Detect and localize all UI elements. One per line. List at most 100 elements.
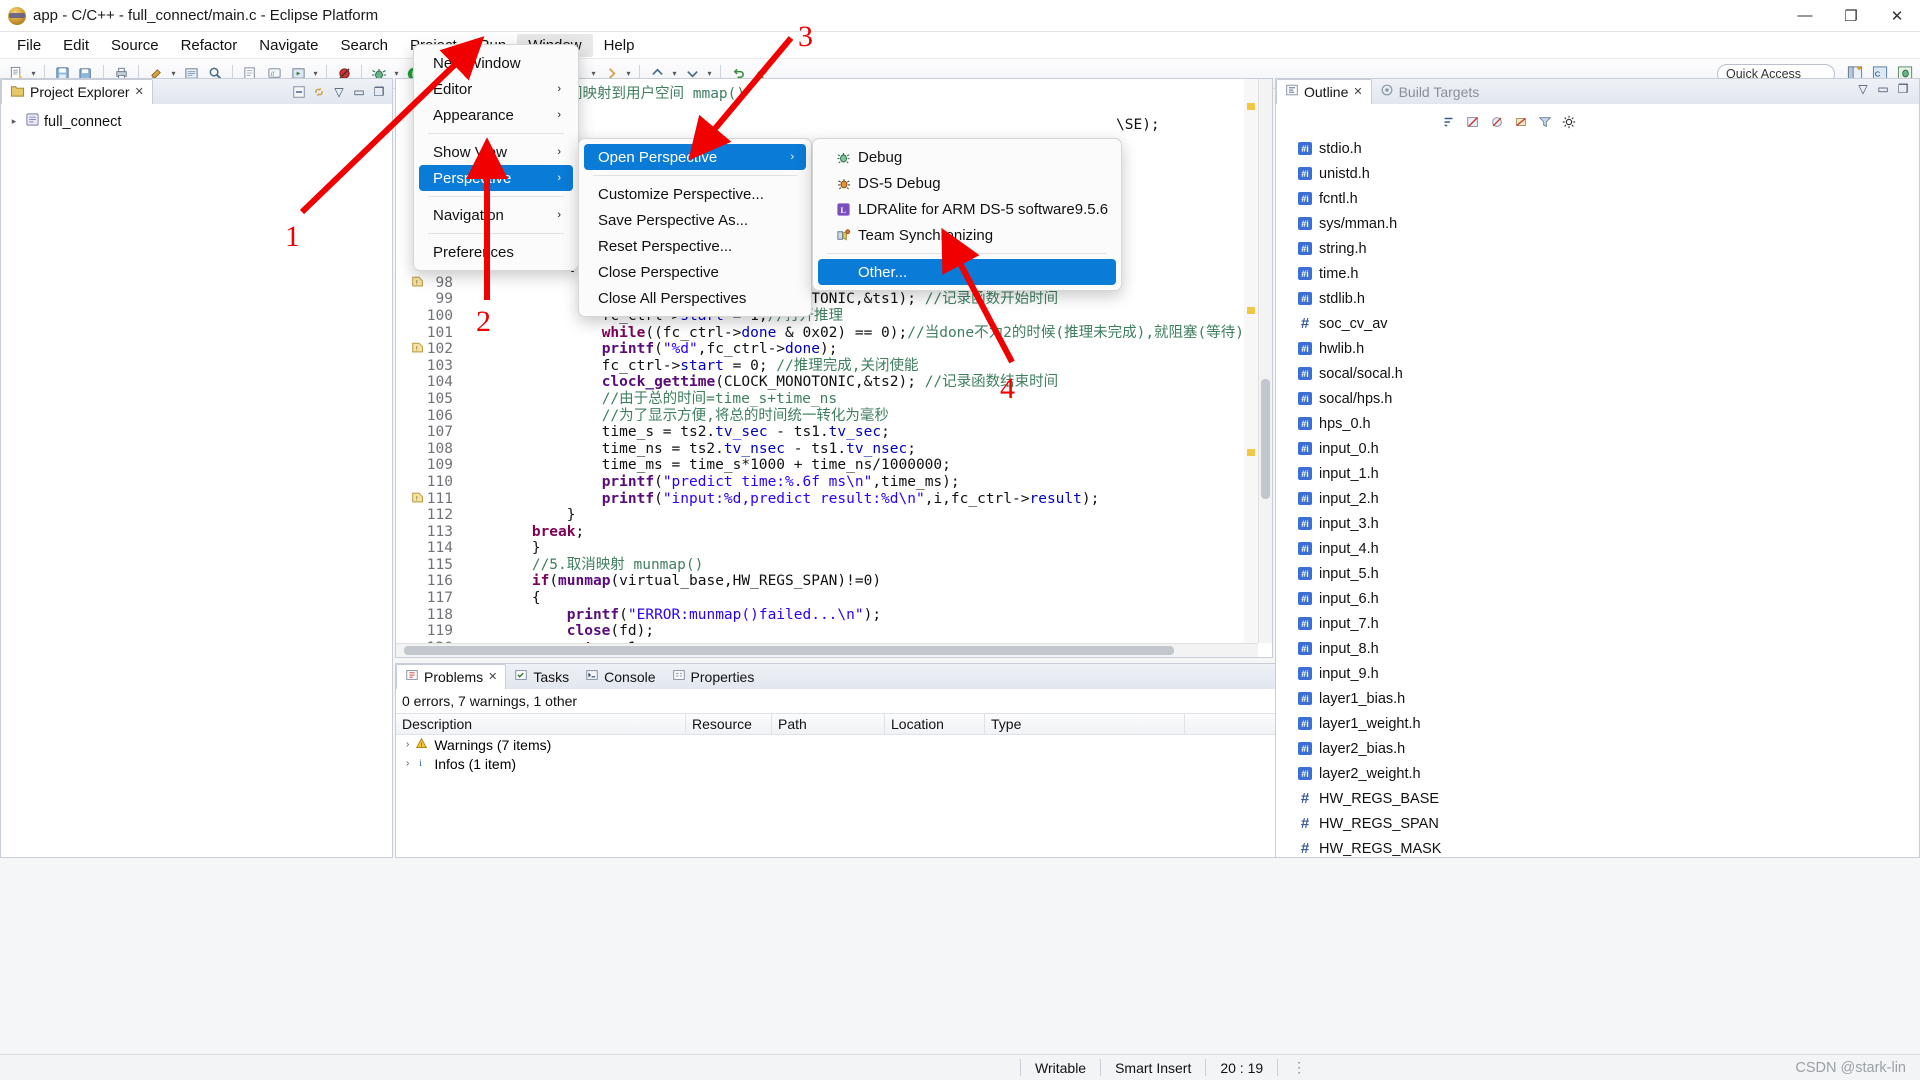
editor-horizontal-scrollbar[interactable] — [396, 643, 1258, 657]
menubar-item-file[interactable]: File — [6, 34, 52, 57]
outline-item[interactable]: #istdio.h — [1276, 136, 1919, 161]
warning-marker-icon[interactable]: ! — [404, 341, 426, 358]
warning-marker-icon[interactable]: ! — [404, 275, 426, 292]
outline-item[interactable]: #ilayer2_weight.h — [1276, 761, 1919, 786]
project-explorer-tree[interactable]: ▸full_connect — [0, 104, 393, 858]
code-line[interactable]: 113 break; — [404, 524, 1272, 541]
menu-item-close-all-perspectives[interactable]: Close All Perspectives — [584, 285, 806, 311]
window-menu[interactable]: New WindowEditor›Appearance›Show View›Pe… — [413, 44, 579, 271]
code-line[interactable]: 107 time_s = ts2.tv_sec - ts1.tv_sec; — [404, 424, 1272, 441]
warning-marker-icon[interactable]: ! — [404, 491, 426, 508]
outline-item[interactable]: #itime.h — [1276, 261, 1919, 286]
outline-item[interactable]: #ilayer1_bias.h — [1276, 686, 1919, 711]
code-text[interactable]: printf("%d",fc_ctrl->done); — [462, 341, 1272, 358]
code-line[interactable]: 103 fc_ctrl->start = 0; //推理完成,关闭使能 — [404, 358, 1272, 375]
code-line[interactable]: 114 } — [404, 540, 1272, 557]
menu-item-close-perspective[interactable]: Close Perspective — [584, 259, 806, 285]
outline-item[interactable]: #ihwlib.h — [1276, 336, 1919, 361]
menubar-item-help[interactable]: Help — [593, 34, 646, 57]
editor-vertical-scrollbar[interactable] — [1258, 79, 1272, 643]
outline-item[interactable]: #HW_REGS_SPAN — [1276, 811, 1919, 836]
outline-item[interactable]: #HW_REGS_BASE — [1276, 786, 1919, 811]
code-text[interactable]: while((fc_ctrl->done & 0x02) == 0);//当do… — [462, 325, 1272, 342]
menu-item-customize-perspective[interactable]: Customize Perspective... — [584, 181, 806, 207]
code-line[interactable]: 99 clock_gettime(CLOCK_MONOTONIC,&ts1); … — [404, 291, 1272, 308]
outline-item[interactable]: #iinput_0.h — [1276, 436, 1919, 461]
problems-column-description[interactable]: Description — [396, 714, 686, 734]
outline-item[interactable]: #iinput_6.h — [1276, 586, 1919, 611]
tab-console[interactable]: Console — [577, 664, 663, 690]
outline-item[interactable]: #iinput_3.h — [1276, 511, 1919, 536]
code-line[interactable]: !102 printf("%d",fc_ctrl->done); — [404, 341, 1272, 358]
code-text[interactable]: fc_ctrl->start = 0; //推理完成,关闭使能 — [462, 358, 1272, 375]
outline-item[interactable]: #iinput_5.h — [1276, 561, 1919, 586]
collapse-all-icon[interactable] — [291, 84, 307, 100]
outline-item[interactable]: #soc_cv_av — [1276, 311, 1919, 336]
outline-item[interactable]: #istdlib.h — [1276, 286, 1919, 311]
outline-item[interactable]: #ilayer2_bias.h — [1276, 736, 1919, 761]
menu-item-ldralite-for-arm-ds-5-software9-5-6[interactable]: LLDRAlite for ARM DS-5 software9.5.6 — [818, 196, 1116, 222]
tab-project-explorer[interactable]: Project Explorer ✕ — [1, 79, 153, 105]
code-line[interactable]: 106 //为了显示方便,将总的时间统一转化为毫秒 — [404, 408, 1272, 425]
menu-item-preferences[interactable]: Preferences — [419, 239, 573, 265]
code-text[interactable]: //为了显示方便,将总的时间统一转化为毫秒 — [462, 408, 1272, 425]
outline-item[interactable]: #isocal/socal.h — [1276, 361, 1919, 386]
outline-item[interactable]: #ihps_0.h — [1276, 411, 1919, 436]
outline-item[interactable]: #HW_REGS_MASK — [1276, 836, 1919, 858]
menubar-item-source[interactable]: Source — [100, 34, 170, 57]
overview-warning-marker-2[interactable] — [1247, 307, 1255, 314]
code-text[interactable]: } — [462, 507, 1272, 524]
menu-item-ds-5-debug[interactable]: DS-5 Debug — [818, 170, 1116, 196]
outline-item[interactable]: #iinput_8.h — [1276, 636, 1919, 661]
code-text[interactable]: { — [462, 590, 1272, 607]
menubar-item-search[interactable]: Search — [329, 34, 399, 57]
code-line[interactable]: 105 //由于总的时间=time_s+time_ns — [404, 391, 1272, 408]
code-line[interactable]: 116 if(munmap(virtual_base,HW_REGS_SPAN)… — [404, 573, 1272, 590]
code-line[interactable]: 117 { — [404, 590, 1272, 607]
outline-tree[interactable]: #istdio.h#iunistd.h#ifcntl.h#isys/mman.h… — [1276, 136, 1919, 858]
code-line[interactable]: !111 printf("input:%d,predict result:%d\… — [404, 491, 1272, 508]
code-text[interactable]: close(fd); — [462, 623, 1272, 640]
view-menu-icon[interactable]: ▽ — [331, 84, 347, 100]
outline-item[interactable]: #iinput_1.h — [1276, 461, 1919, 486]
tab-properties[interactable]: Properties — [664, 664, 763, 690]
editor-hscroll-thumb[interactable] — [404, 646, 1174, 655]
tab-build-targets[interactable]: Build Targets — [1372, 79, 1488, 105]
overview-warning-marker-3[interactable] — [1247, 449, 1255, 456]
menu-item-save-perspective-as[interactable]: Save Perspective As... — [584, 207, 806, 233]
minimize-view-icon[interactable]: ▭ — [351, 84, 367, 100]
problems-column-path[interactable]: Path — [772, 714, 885, 734]
menu-item-editor[interactable]: Editor› — [419, 76, 573, 102]
outline-item[interactable]: #ilayer1_weight.h — [1276, 711, 1919, 736]
twisty-icon[interactable]: ▸ — [7, 116, 21, 127]
twisty-icon[interactable]: › — [406, 739, 409, 750]
code-text[interactable]: //5.取消映射 munmap() — [462, 557, 1272, 574]
outline-minimize-icon[interactable]: ▭ — [1875, 81, 1891, 97]
menubar-item-navigate[interactable]: Navigate — [248, 34, 329, 57]
code-text[interactable]: time_s = ts2.tv_sec - ts1.tv_sec; — [462, 424, 1272, 441]
code-text[interactable]: if(munmap(virtual_base,HW_REGS_SPAN)!=0) — [462, 573, 1272, 590]
code-text[interactable]: time_ns = ts2.tv_nsec - ts1.tv_nsec; — [462, 441, 1272, 458]
open-perspective-submenu[interactable]: DebugDS-5 DebugLLDRAlite for ARM DS-5 so… — [812, 138, 1122, 291]
code-line[interactable]: 100 fc_ctrl->start = 1;//打开推理 — [404, 308, 1272, 325]
hide-nonpublic-icon[interactable] — [1513, 115, 1528, 130]
menu-item-appearance[interactable]: Appearance› — [419, 102, 573, 128]
hide-static-icon[interactable] — [1489, 115, 1504, 130]
menubar-item-edit[interactable]: Edit — [52, 34, 100, 57]
twisty-icon[interactable]: › — [406, 758, 409, 769]
menu-item-new-window[interactable]: New Window — [419, 50, 573, 76]
close-icon[interactable]: ✕ — [1353, 85, 1362, 98]
outline-item[interactable]: #ifcntl.h — [1276, 186, 1919, 211]
close-icon[interactable]: ✕ — [135, 85, 144, 98]
outline-item[interactable]: #isys/mman.h — [1276, 211, 1919, 236]
code-line[interactable]: 112 } — [404, 507, 1272, 524]
link-with-editor-icon[interactable] — [311, 84, 327, 100]
editor-vscroll-thumb[interactable] — [1261, 379, 1270, 499]
menu-item-debug[interactable]: Debug — [818, 144, 1116, 170]
tab-tasks[interactable]: Tasks — [506, 664, 577, 690]
outline-settings-icon[interactable] — [1561, 115, 1576, 130]
menu-item-reset-perspective[interactable]: Reset Perspective... — [584, 233, 806, 259]
tab-outline[interactable]: Outline✕ — [1276, 79, 1372, 105]
perspective-submenu[interactable]: Open Perspective›Customize Perspective..… — [578, 138, 812, 317]
code-line[interactable]: 119 close(fd); — [404, 623, 1272, 640]
